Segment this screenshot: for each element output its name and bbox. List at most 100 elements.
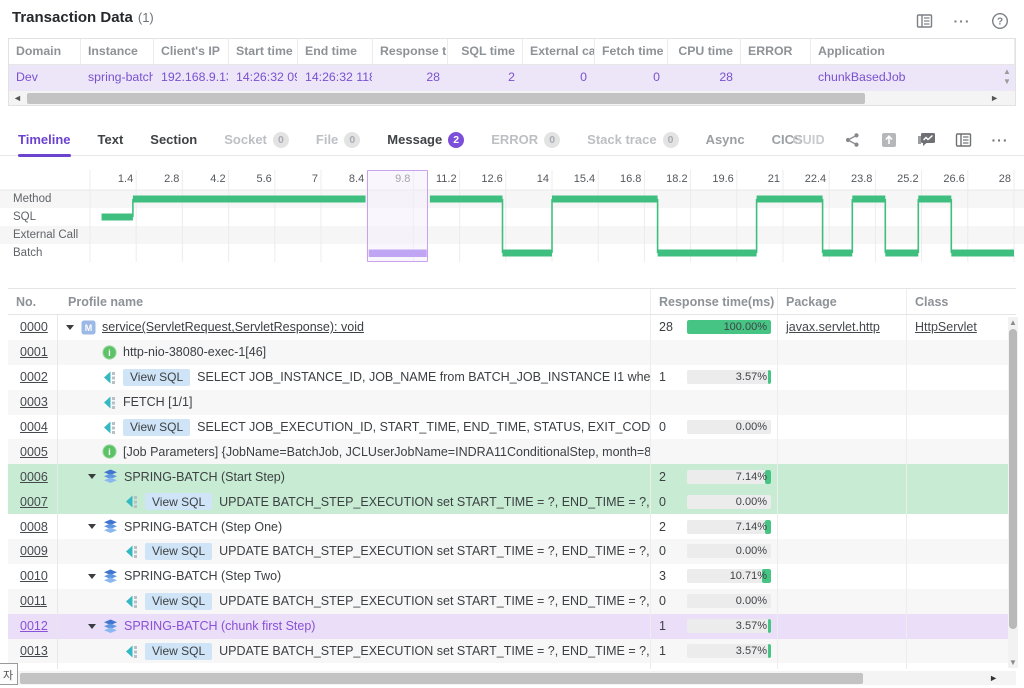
class-cell — [906, 589, 1006, 614]
profile-text[interactable]: service(ServletRequest,ServletResponse):… — [102, 320, 364, 334]
view-sql-button[interactable]: View SQL — [123, 369, 190, 386]
guid-label[interactable]: GUID — [793, 133, 825, 147]
row-number-link[interactable]: 0002 — [20, 370, 48, 384]
profile-row[interactable]: 0010SPRING-BATCH (Step Two)310.71% — [8, 564, 1016, 589]
row-number-link[interactable]: 0003 — [20, 395, 48, 409]
svg-text:19.6: 19.6 — [712, 173, 733, 185]
profile-row[interactable]: 0001ihttp-nio-38080-exec-1[46] — [8, 340, 1016, 365]
svg-text:15.4: 15.4 — [574, 173, 595, 185]
row-number-link[interactable]: 0010 — [20, 569, 48, 583]
hscroll-thumb[interactable] — [27, 93, 865, 104]
view-sql-button[interactable]: View SQL — [123, 419, 190, 436]
view-sql-button[interactable]: View SQL — [145, 593, 212, 610]
chart-message-icon[interactable] — [916, 130, 936, 150]
more-icon[interactable]: ··· — [952, 11, 972, 31]
package-cell — [777, 415, 906, 440]
percent-label: 0.00% — [736, 594, 767, 608]
scroll-up-icon[interactable]: ▲ — [1008, 318, 1018, 327]
timeline-chart[interactable]: MethodSQLExternal CallBatch 1.42.84.25.6… — [0, 166, 1024, 266]
class-cell — [906, 390, 1006, 415]
tab-file[interactable]: File0 — [316, 124, 360, 156]
response-time-value: 3 — [659, 569, 666, 583]
package-cell — [777, 564, 906, 589]
response-time-cell: 310.71% — [650, 564, 777, 589]
vscroll-thumb[interactable] — [1009, 329, 1017, 629]
cell-start-time: 14:26:32 090 — [229, 65, 298, 91]
profile-row[interactable]: 0007View SQLUPDATE BATCH_STEP_EXECUTION … — [8, 489, 1016, 514]
tab-async[interactable]: Async — [706, 124, 745, 156]
package-cell — [777, 539, 906, 564]
profile-row[interactable]: 0005i[Job Parameters] {JobName=BatchJob,… — [8, 439, 1016, 464]
expander-icon[interactable] — [88, 524, 96, 529]
expander-icon[interactable] — [88, 624, 96, 629]
expander-icon[interactable] — [88, 474, 96, 479]
row-number-link[interactable]: 0006 — [20, 470, 48, 484]
row-number-link[interactable]: 0011 — [20, 594, 47, 608]
scroll-right-icon[interactable]: ► — [990, 91, 999, 105]
profile-rows: 0000Mservice(ServletRequest,ServletRespo… — [8, 315, 1016, 669]
tab-text[interactable]: Text — [98, 124, 124, 156]
row-number-link[interactable]: 0012 — [20, 619, 48, 633]
transaction-table-header: DomainInstanceClient's IPStart timeEnd t… — [9, 39, 1015, 65]
view-sql-button[interactable]: View SQL — [145, 543, 212, 560]
percent-label: 0.00% — [736, 544, 767, 558]
profile-row[interactable]: 0009View SQLUPDATE BATCH_STEP_EXECUTION … — [8, 539, 1016, 564]
profile-row[interactable]: 0011View SQLUPDATE BATCH_STEP_EXECUTION … — [8, 589, 1016, 614]
profile-text: FETCH [1/1] — [123, 395, 192, 409]
row-number-link[interactable]: 0005 — [20, 445, 48, 459]
scroll-right-icon[interactable]: ► — [989, 671, 998, 685]
tab-stack-trace[interactable]: Stack trace0 — [587, 124, 678, 156]
class-link[interactable]: HttpServlet — [915, 320, 977, 334]
profile-table: No.Profile nameResponse time(ms)PackageC… — [8, 288, 1016, 669]
response-time-cell — [650, 390, 777, 415]
profile-row[interactable]: 0013View SQLUPDATE BATCH_STEP_EXECUTION … — [8, 639, 1016, 664]
more-icon[interactable]: ··· — [990, 130, 1010, 150]
profile-text: SELECT JOB_EXECUTION_ID, START_TIME, END… — [197, 420, 650, 434]
row-number-cell: 0007 — [8, 489, 58, 514]
expander-icon[interactable] — [66, 325, 74, 330]
row-number-link[interactable]: 0007 — [20, 495, 48, 509]
tab-section[interactable]: Section — [150, 124, 197, 156]
row-number-link[interactable]: 0001 — [20, 345, 48, 359]
tab-timeline[interactable]: Timeline — [18, 124, 71, 156]
profile-row[interactable]: 0000Mservice(ServletRequest,ServletRespo… — [8, 315, 1016, 340]
transaction-row[interactable]: Devspring-batch192.168.9.13614:26:32 090… — [9, 65, 1015, 91]
scroll-down-icon[interactable]: ▼ — [1008, 658, 1018, 667]
svg-text:11.2: 11.2 — [436, 173, 457, 185]
export-icon[interactable] — [879, 130, 899, 150]
help-icon[interactable]: ? — [990, 11, 1010, 31]
profile-row[interactable] — [8, 663, 1016, 669]
share-icon[interactable] — [842, 130, 862, 150]
profile-row[interactable]: 0004 View SQL SELECT JOB_EXECUTION_ID, STA… — [8, 415, 1016, 440]
profile-vscrollbar[interactable]: ▲ ▼ — [1008, 317, 1018, 668]
profile-row[interactable]: 0008SPRING-BATCH (Step One)27.14% — [8, 514, 1016, 539]
view-sql-button[interactable]: View SQL — [145, 493, 212, 510]
row-number-link[interactable]: 0008 — [20, 520, 48, 534]
package-link[interactable]: javax.servlet.http — [786, 320, 880, 334]
tab-socket[interactable]: Socket0 — [224, 124, 289, 156]
profile-row[interactable]: 0003 FETCH [1/1] — [8, 390, 1016, 415]
profile-row[interactable]: 0006SPRING-BATCH (Start Step)27.14% — [8, 464, 1016, 489]
tab-message[interactable]: Message2 — [387, 124, 464, 156]
tab-error[interactable]: ERROR0 — [491, 124, 560, 156]
profile-row[interactable]: 0012SPRING-BATCH (chunk first Step)13.57… — [8, 614, 1016, 639]
hscroll-thumb[interactable] — [20, 673, 863, 684]
percent-fill — [768, 619, 771, 633]
row-number-link[interactable]: 0004 — [20, 420, 48, 434]
transaction-hscrollbar[interactable]: ◄ ► — [9, 91, 1015, 105]
batch-layers-icon — [103, 519, 124, 534]
class-cell — [906, 614, 1006, 639]
expander-icon[interactable] — [88, 574, 96, 579]
timeline-selection[interactable] — [367, 170, 428, 262]
view-sql-button[interactable]: View SQL — [145, 643, 212, 660]
package-cell — [777, 340, 906, 365]
row-number-link[interactable]: 0009 — [20, 544, 48, 558]
profile-hscrollbar[interactable]: ► — [8, 671, 1016, 685]
profile-row[interactable]: 0002View SQLSELECT JOB_INSTANCE_ID, JOB_… — [8, 365, 1016, 390]
report-icon[interactable] — [953, 130, 973, 150]
row-number-link[interactable]: 0013 — [20, 644, 48, 658]
scroll-left-icon[interactable]: ◄ — [13, 91, 22, 105]
report-icon[interactable] — [914, 11, 934, 31]
row-number-link[interactable]: 0000 — [20, 320, 48, 334]
row-spinner[interactable]: ▲▼ — [1002, 67, 1012, 87]
